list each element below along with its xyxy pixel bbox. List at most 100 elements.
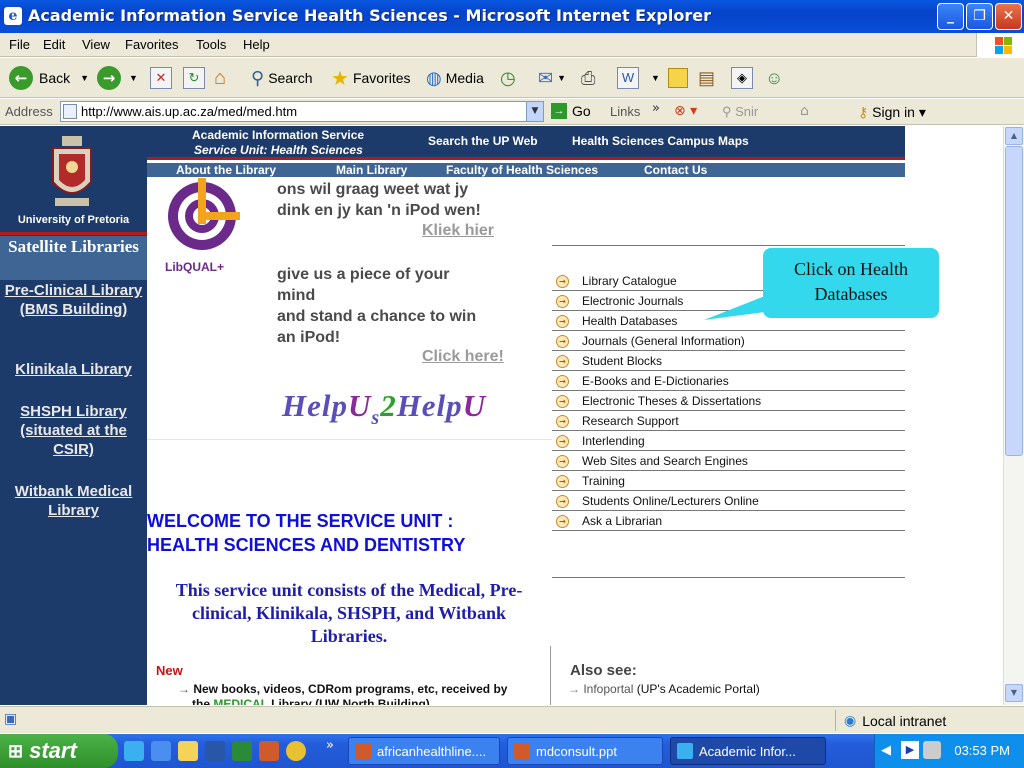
quicklaunch-excel-icon[interactable] — [232, 741, 252, 761]
quicklaunch-folder-icon[interactable] — [178, 741, 198, 761]
menu-help[interactable]: Help — [243, 37, 270, 52]
sidebar-item-witbank[interactable]: Witbank Medical Library — [0, 482, 147, 520]
nav-faculty[interactable]: Faculty of Health Sciences — [446, 163, 598, 177]
menu-tools[interactable]: Tools — [196, 37, 226, 52]
refresh-icon: ↻ — [183, 67, 205, 89]
back-button[interactable]: ← Back ▼ — [9, 64, 89, 92]
vertical-scrollbar[interactable]: ▲ ▼ — [1003, 126, 1024, 705]
start-button[interactable]: ⊞ start — [0, 734, 118, 768]
page-status-icon: ▣ — [4, 711, 18, 727]
research-button[interactable]: ▤ — [698, 64, 715, 92]
refresh-button[interactable]: ↻ — [183, 64, 205, 92]
arrow-circle-icon: → — [556, 315, 569, 328]
address-bar: Address http://www.ais.up.ac.za/med/med.… — [0, 99, 1024, 125]
quick-link-label: Library Catalogue — [582, 274, 677, 288]
snip-button[interactable]: ⚲ Snir — [722, 104, 758, 120]
also-see-item: → Infoportal (UP's Academic Portal) — [568, 682, 760, 696]
libqual-logo[interactable]: LibQUAL+ — [160, 178, 244, 278]
favorites-button[interactable]: ★ Favorites — [331, 64, 411, 92]
menu-favorites[interactable]: Favorites — [125, 37, 178, 52]
quick-link-item[interactable]: → Training — [552, 471, 905, 491]
campus-maps-link[interactable]: Health Sciences Campus Maps — [572, 134, 749, 148]
new-items-text-2: the MEDICAL Library (UW North Building) — [192, 697, 430, 705]
infoportal-link[interactable]: Infoportal — [583, 682, 633, 696]
click-here-link[interactable]: Click here! — [422, 348, 504, 366]
medical-library-link[interactable]: MEDICAL — [213, 697, 267, 705]
quick-link-item[interactable]: → Electronic Theses & Dissertations — [552, 391, 905, 411]
menu-view[interactable]: View — [82, 37, 110, 52]
task-academic-information[interactable]: Academic Infor... — [670, 737, 826, 765]
quicklaunch-powerpoint-icon[interactable] — [259, 741, 279, 761]
kliek-hier-link[interactable]: Kliek hier — [422, 222, 494, 240]
stop-button[interactable]: ✕ — [150, 64, 172, 92]
contacts-button[interactable]: ☺ — [765, 64, 783, 92]
arrow-circle-icon: → — [556, 355, 569, 368]
quick-link-item[interactable]: → Research Support — [552, 411, 905, 431]
helpus2helpu-banner[interactable]: HelpUs2HelpU — [282, 388, 486, 429]
chevron-down-icon: ▼ — [651, 73, 660, 83]
chevron-right-icon[interactable]: » — [652, 101, 660, 116]
maximize-button[interactable]: ❐ — [966, 3, 993, 30]
quicklaunch-word-icon[interactable] — [205, 741, 225, 761]
search-button[interactable]: ⚲ Search — [251, 64, 313, 92]
arrow-circle-icon: → — [556, 495, 569, 508]
tray-app-icon[interactable] — [923, 741, 941, 759]
tray-media-icon[interactable]: ▶ — [901, 741, 919, 759]
arrow-circle-icon: → — [556, 435, 569, 448]
mail-button[interactable]: ✉ ▼ — [538, 64, 566, 92]
sidebar-item-preclinical[interactable]: Pre-Clinical Library (BMS Building) — [0, 281, 147, 319]
signin-button[interactable]: ⚷ Sign in ▾ — [858, 104, 926, 121]
address-input[interactable]: http://www.ais.up.ac.za/med/med.htm ▼ — [60, 101, 544, 122]
go-button[interactable]: → Go — [551, 103, 591, 119]
quick-link-item[interactable]: → Student Blocks — [552, 351, 905, 371]
word-icon: W — [617, 67, 639, 89]
university-crest-icon — [52, 136, 92, 206]
quick-link-item[interactable]: → Journals (General Information) — [552, 331, 905, 351]
scroll-down-arrow-icon[interactable]: ▼ — [1005, 684, 1023, 702]
nav-about-library[interactable]: About the Library — [176, 163, 276, 177]
messenger-button[interactable]: ◈ — [731, 64, 753, 92]
chevron-down-icon[interactable]: ▼ — [526, 102, 543, 121]
quick-link-item[interactable]: → E-Books and E-Dictionaries — [552, 371, 905, 391]
english-text-1: give us a piece of your — [277, 266, 450, 283]
links-button[interactable]: Links — [610, 104, 640, 119]
history-button[interactable]: ◷ — [500, 64, 516, 92]
sidebar-item-klinikala[interactable]: Klinikala Library — [0, 360, 147, 379]
callout-bubble: Click on Health Databases — [763, 248, 939, 318]
quick-link-item[interactable]: → Students Online/Lecturers Online — [552, 491, 905, 511]
satellite-libraries-title: Satellite Libraries — [0, 236, 147, 280]
quick-link-item[interactable]: → Interlending — [552, 431, 905, 451]
close-button[interactable]: ✕ — [995, 3, 1022, 30]
quicklaunch-media-icon[interactable] — [286, 741, 306, 761]
minimize-button[interactable]: _ — [937, 3, 964, 30]
quicklaunch-browser-icon[interactable] — [151, 741, 171, 761]
welcome-heading: WELCOME TO THE SERVICE UNIT : HEALTH SCI… — [147, 511, 466, 555]
sidebar-item-shsph[interactable]: SHSPH Library (situated at the CSIR) — [0, 402, 147, 459]
nav-main-library[interactable]: Main Library — [336, 163, 407, 177]
tray-back-icon[interactable]: ◀ — [881, 742, 891, 758]
quick-link-item[interactable]: → Ask a Librarian — [552, 511, 905, 531]
home-button[interactable]: ⌂ — [214, 64, 226, 92]
search-up-web-link[interactable]: Search the UP Web — [428, 134, 538, 148]
nav-contact-us[interactable]: Contact Us — [644, 163, 707, 177]
media-button[interactable]: ◍ Media — [426, 64, 484, 92]
home-lock-icon[interactable]: ⌂ — [800, 103, 809, 119]
standard-toolbar: ← Back ▼ → ▼ ✕ ↻ ⌂ ⚲ Search ★ Favorites … — [0, 58, 1024, 98]
left-sidebar: University of Pretoria Satellite Librari… — [0, 126, 147, 705]
menu-edit[interactable]: Edit — [43, 37, 65, 52]
divider — [552, 577, 905, 578]
chevron-right-icon[interactable]: » — [326, 738, 334, 753]
quicklaunch-ie-icon[interactable] — [124, 741, 144, 761]
task-africanhealthline[interactable]: africanhealthline.... — [348, 737, 500, 765]
scroll-thumb[interactable] — [1005, 146, 1023, 456]
divider — [552, 245, 905, 246]
quick-link-item[interactable]: → Web Sites and Search Engines — [552, 451, 905, 471]
edit-button[interactable]: W ▼ — [617, 64, 660, 92]
toolbar-addon-icon[interactable]: ⊗ ▾ — [674, 103, 697, 119]
discuss-button[interactable] — [668, 64, 688, 92]
scroll-up-arrow-icon[interactable]: ▲ — [1005, 127, 1023, 145]
menu-file[interactable]: File — [9, 37, 30, 52]
task-mdconsult[interactable]: mdconsult.ppt — [507, 737, 663, 765]
print-button[interactable]: ⎙ — [581, 64, 595, 92]
forward-button[interactable]: → ▼ — [97, 64, 138, 92]
